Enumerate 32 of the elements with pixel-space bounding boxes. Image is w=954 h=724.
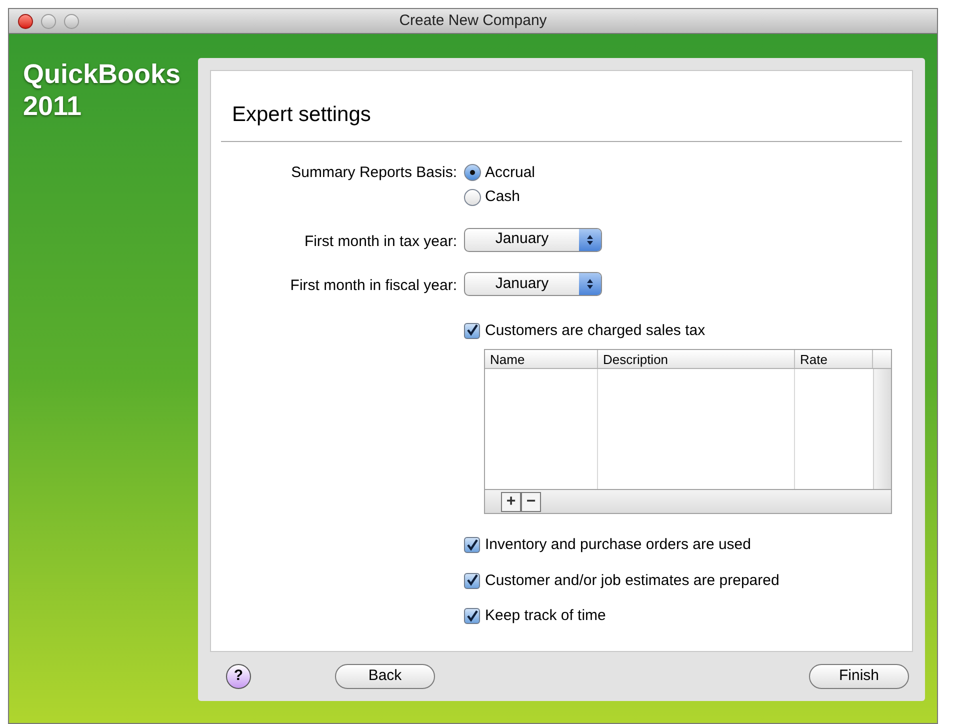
field-label: Summary Reports Basis: — [290, 162, 457, 182]
product-name: QuickBooks — [23, 58, 182, 90]
checkbox[interactable] — [464, 537, 480, 554]
help-button[interactable]: ? — [226, 664, 251, 689]
field-label: First month in fiscal year: — [289, 276, 457, 296]
checkbox[interactable] — [464, 572, 480, 589]
month-dropdown[interactable]: January — [464, 228, 602, 252]
field-label: First month in tax year: — [303, 232, 457, 252]
stepper-icon — [579, 228, 601, 250]
checkbox-label: Customers are charged sales tax — [485, 320, 706, 340]
column-header[interactable]: Name — [485, 350, 598, 368]
finish-button[interactable]: Finish — [809, 664, 909, 689]
add-button[interactable]: + — [501, 492, 521, 512]
month-dropdown[interactable]: January — [464, 272, 602, 296]
product-version: 2011 — [23, 90, 83, 122]
checkbox-label: Inventory and purchase orders are used — [485, 535, 751, 555]
column-header[interactable]: Rate — [795, 350, 873, 368]
checkbox[interactable] — [464, 322, 480, 339]
close-button[interactable] — [18, 14, 33, 28]
radio-button[interactable] — [464, 164, 481, 182]
column-header[interactable]: Description — [598, 350, 795, 368]
checkbox-label: Customer and/or job estimates are prepared — [485, 570, 780, 590]
window-title: Create New Company — [398, 10, 548, 31]
radio-button[interactable] — [464, 188, 481, 206]
section-heading: Expert settings — [221, 99, 902, 142]
remove-button[interactable]: − — [521, 492, 541, 512]
radio-label: Cash — [485, 187, 520, 207]
checkbox[interactable] — [464, 608, 480, 624]
stepper-icon — [579, 273, 601, 295]
checkbox-label: Keep track of time — [485, 606, 606, 626]
radio-label: Accrual — [485, 162, 536, 182]
back-button[interactable]: Back — [335, 664, 435, 689]
